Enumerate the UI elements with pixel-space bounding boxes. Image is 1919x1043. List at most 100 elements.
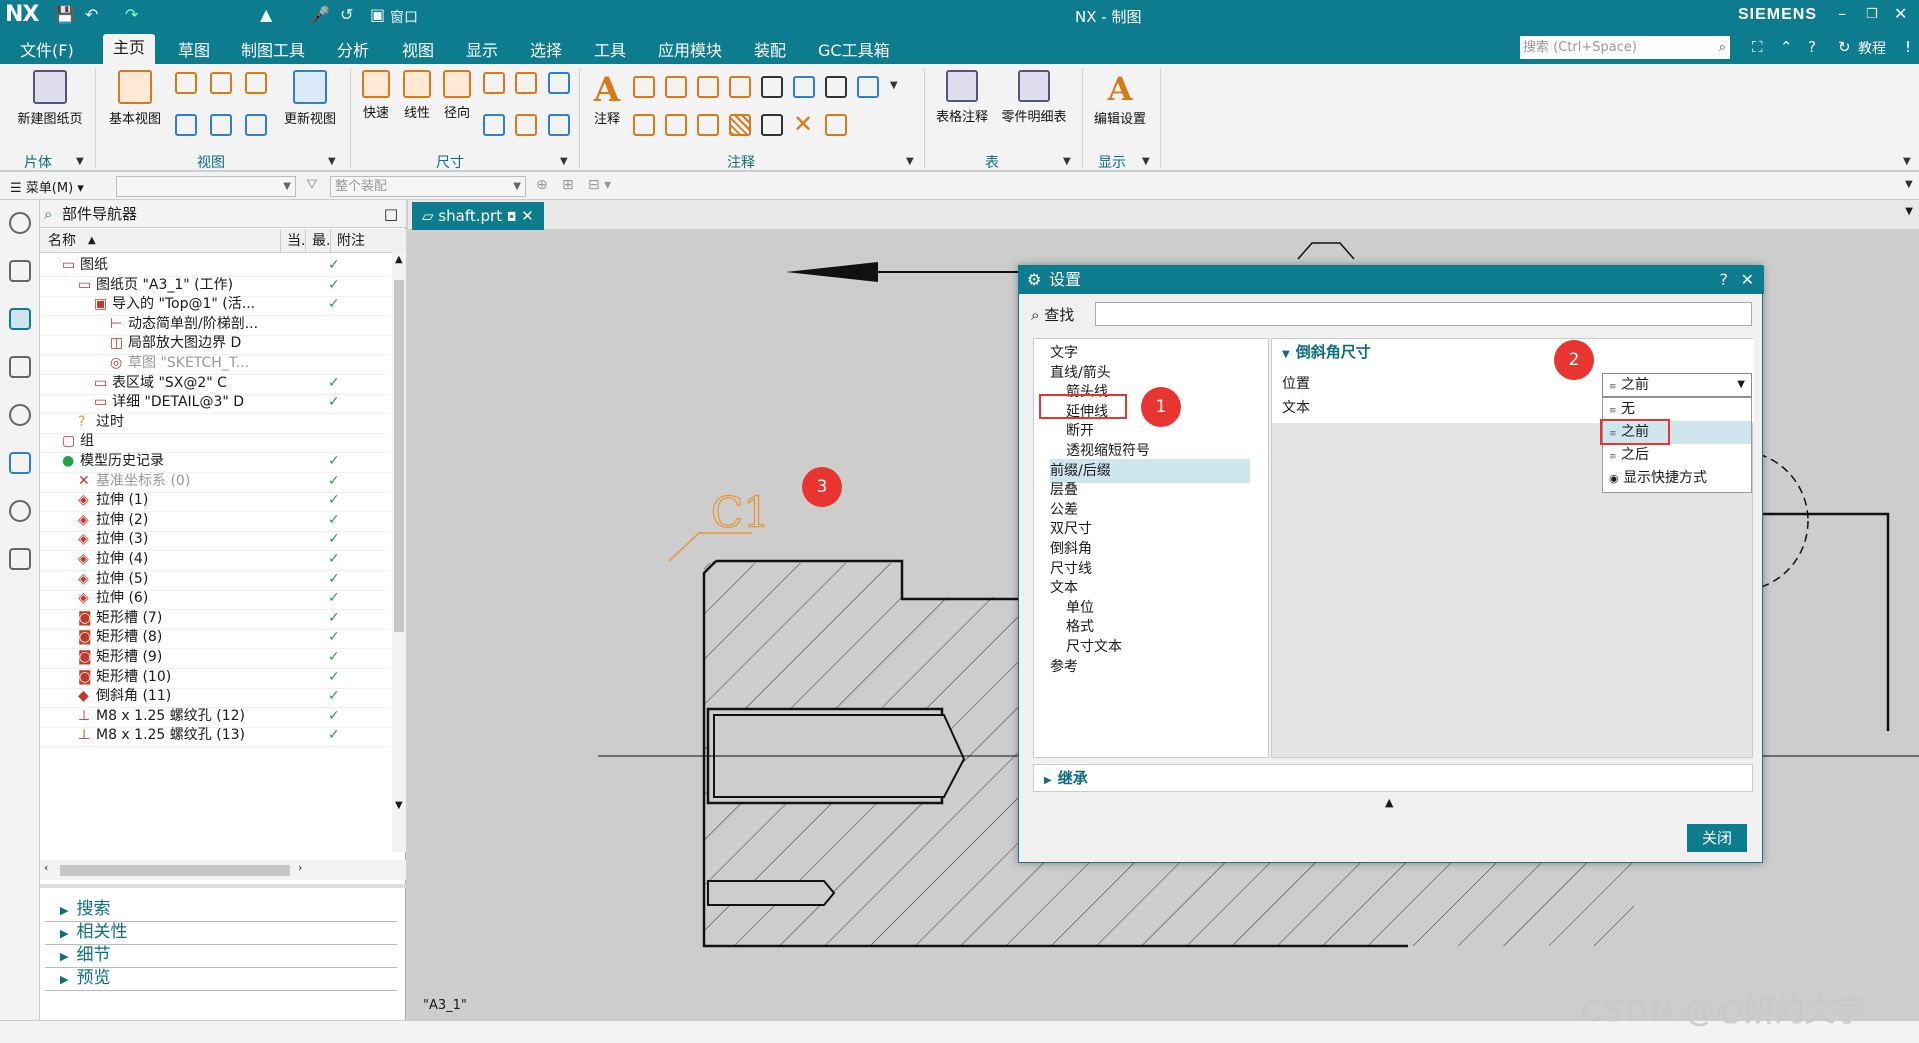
close-button[interactable]: 关闭 [1687,824,1747,852]
table-note-button[interactable]: 表格注释 [930,70,994,125]
break-view-icon[interactable] [175,114,197,136]
menu-tools[interactable]: 工具 [594,37,626,61]
feature-control-frame-icon[interactable] [633,76,655,98]
part-navigator-icon[interactable] [9,308,31,330]
scroll-thumb[interactable] [394,280,404,632]
restore-icon[interactable]: ❐ [1866,7,1878,22]
menu-file[interactable]: 文件(F) [20,37,74,61]
ordinate-dimension-icon[interactable] [515,114,537,136]
column-latest[interactable]: 最. [305,229,330,253]
collapse-ribbon-icon[interactable]: ⌃ [1780,38,1793,56]
maximize-panel-icon[interactable]: □ [384,200,398,228]
thickness-dimension-icon[interactable] [548,72,570,94]
datum-feature-icon[interactable] [633,114,655,136]
hscroll-thumb[interactable] [60,865,290,876]
select-tool-icon[interactable]: ⊞ [562,177,574,193]
tutorial-link[interactable]: 教程 [1858,38,1886,58]
microphone-icon[interactable]: 🎤 [310,5,330,24]
section-view-icon[interactable] [210,72,232,94]
image-insert-icon[interactable] [825,76,847,98]
orange-tool-icon[interactable]: ▲ [260,5,272,24]
parts-list-button[interactable]: 零件明细表 [996,70,1072,125]
group-view-dropdown-icon[interactable]: ▼ [328,156,336,167]
ribbon-options-icon[interactable]: ▼ [1903,156,1911,167]
position-select[interactable]: ≡ 之前 ▼ [1602,373,1752,397]
cmdbar-options-icon[interactable]: ▼ [1905,179,1913,190]
section-chamfer-dimension[interactable]: ▼ 倒斜角尺寸 [1272,339,1754,365]
sort-ascending-icon[interactable]: ▲ [88,229,96,253]
view-alignment-icon[interactable] [210,114,232,136]
section-preview[interactable]: ▶ 预览 [45,965,397,991]
fullscreen-icon[interactable]: ⛶ [1752,38,1763,56]
column-name[interactable]: 名称 [48,229,76,253]
section-inherit[interactable]: ▶ 继承 [1033,764,1753,792]
option-after[interactable]: ≡ 之后 [1603,444,1751,467]
flag-note-icon[interactable] [697,114,719,136]
linear-dimension-button[interactable]: 线性 [397,70,437,121]
settings-tree-item[interactable]: 参考 [1050,655,1250,679]
search-icon[interactable]: ⌕ [1719,36,1726,59]
menu-drafting-tools[interactable]: 制图工具 [241,37,305,61]
scroll-up-icon[interactable]: ▲ [395,254,403,265]
group-display-dropdown-icon[interactable]: ▼ [1142,156,1150,167]
selection-filter-select[interactable]: ▼ [116,176,296,197]
navigator-vertical-scrollbar[interactable]: ▲ ▼ [392,252,406,852]
base-view-button[interactable]: 基本视图 [103,70,167,127]
dialog-title-bar[interactable]: ⚙ 设置 ? ✕ [1019,266,1764,294]
menu-analysis[interactable]: 分析 [337,37,369,61]
settings-gear-icon[interactable] [9,212,31,234]
weld-symbol-icon[interactable] [729,76,751,98]
dialog-help-icon[interactable]: ? [1720,266,1729,294]
group-annotation-dropdown-icon[interactable]: ▼ [906,156,914,167]
history-icon[interactable] [9,500,31,522]
navigator-row[interactable]: ⊥ M8 x 1.25 螺纹孔 (13) ✓ [40,723,390,748]
group-sheet-dropdown-icon[interactable]: ▼ [76,156,84,167]
detail-view-icon[interactable] [245,72,267,94]
option-show-shortcuts[interactable]: ◉ 显示快捷方式 [1603,467,1751,490]
annotation-more-dropdown-icon[interactable]: ▼ [890,80,898,91]
minimize-icon[interactable]: – [1838,4,1846,23]
assembly-scope-select[interactable]: 整个装配 ▼ [330,176,526,197]
radial-dimension-button[interactable]: 径向 [437,70,477,121]
find-input[interactable] [1095,302,1752,326]
save-icon[interactable]: 💾 [55,5,75,24]
assembly-navigator-icon[interactable] [9,260,31,282]
rapid-dimension-button[interactable]: 快速 [356,70,396,121]
select-options-icon[interactable]: ⊟ ▾ [588,177,611,193]
scroll-left-icon[interactable]: ‹ [44,861,48,874]
window-menu[interactable]: 窗口 [390,7,418,27]
projected-view-icon[interactable] [175,72,197,94]
symbol-icon[interactable] [825,114,847,136]
group-table-dropdown-icon[interactable]: ▼ [1063,156,1071,167]
group-dimension-dropdown-icon[interactable]: ▼ [560,156,568,167]
undo-icon[interactable]: ↶ [85,5,98,24]
surface-finish-icon[interactable] [665,76,687,98]
view-boundary-icon[interactable] [245,114,267,136]
help-icon[interactable]: ? [1808,38,1816,56]
chamfer-dimension-icon[interactable] [515,72,537,94]
reuse-library-icon[interactable] [9,356,31,378]
scroll-down-icon[interactable]: ▼ [395,800,403,811]
arc-length-icon[interactable] [483,114,505,136]
menu-home[interactable]: 主页 [103,34,156,64]
picture-icon[interactable] [761,114,783,136]
feature-dimension-icon[interactable] [548,114,570,136]
menu-application[interactable]: 应用模块 [658,37,722,61]
tab-close-icon[interactable]: ✕ [521,207,534,225]
datum-target-icon[interactable] [697,76,719,98]
column-current[interactable]: 当. [280,229,305,253]
edit-settings-button[interactable]: A 编辑设置 [1088,70,1152,127]
menu-gc-toolbox[interactable]: GC工具箱 [818,37,890,61]
view-icon[interactable]: ↺ [340,5,353,24]
tutorial-icon[interactable]: ↻ [1838,38,1851,56]
tab-list-dropdown-icon[interactable]: ▼ [1905,206,1913,217]
angular-dimension-icon[interactable] [483,72,505,94]
column-notes[interactable]: 附注 [330,229,365,253]
area-fill-icon[interactable] [761,76,783,98]
menu-button[interactable]: ☰ 菜单(M) ▾ [10,177,84,196]
option-none[interactable]: ≡ 无 [1603,398,1751,421]
chamfer-annotation[interactable]: C1 [710,487,770,537]
hd3d-tools-icon[interactable] [9,404,31,426]
redo-icon[interactable]: ↷ [125,5,138,24]
alert-icon[interactable]: ! [1905,38,1911,56]
